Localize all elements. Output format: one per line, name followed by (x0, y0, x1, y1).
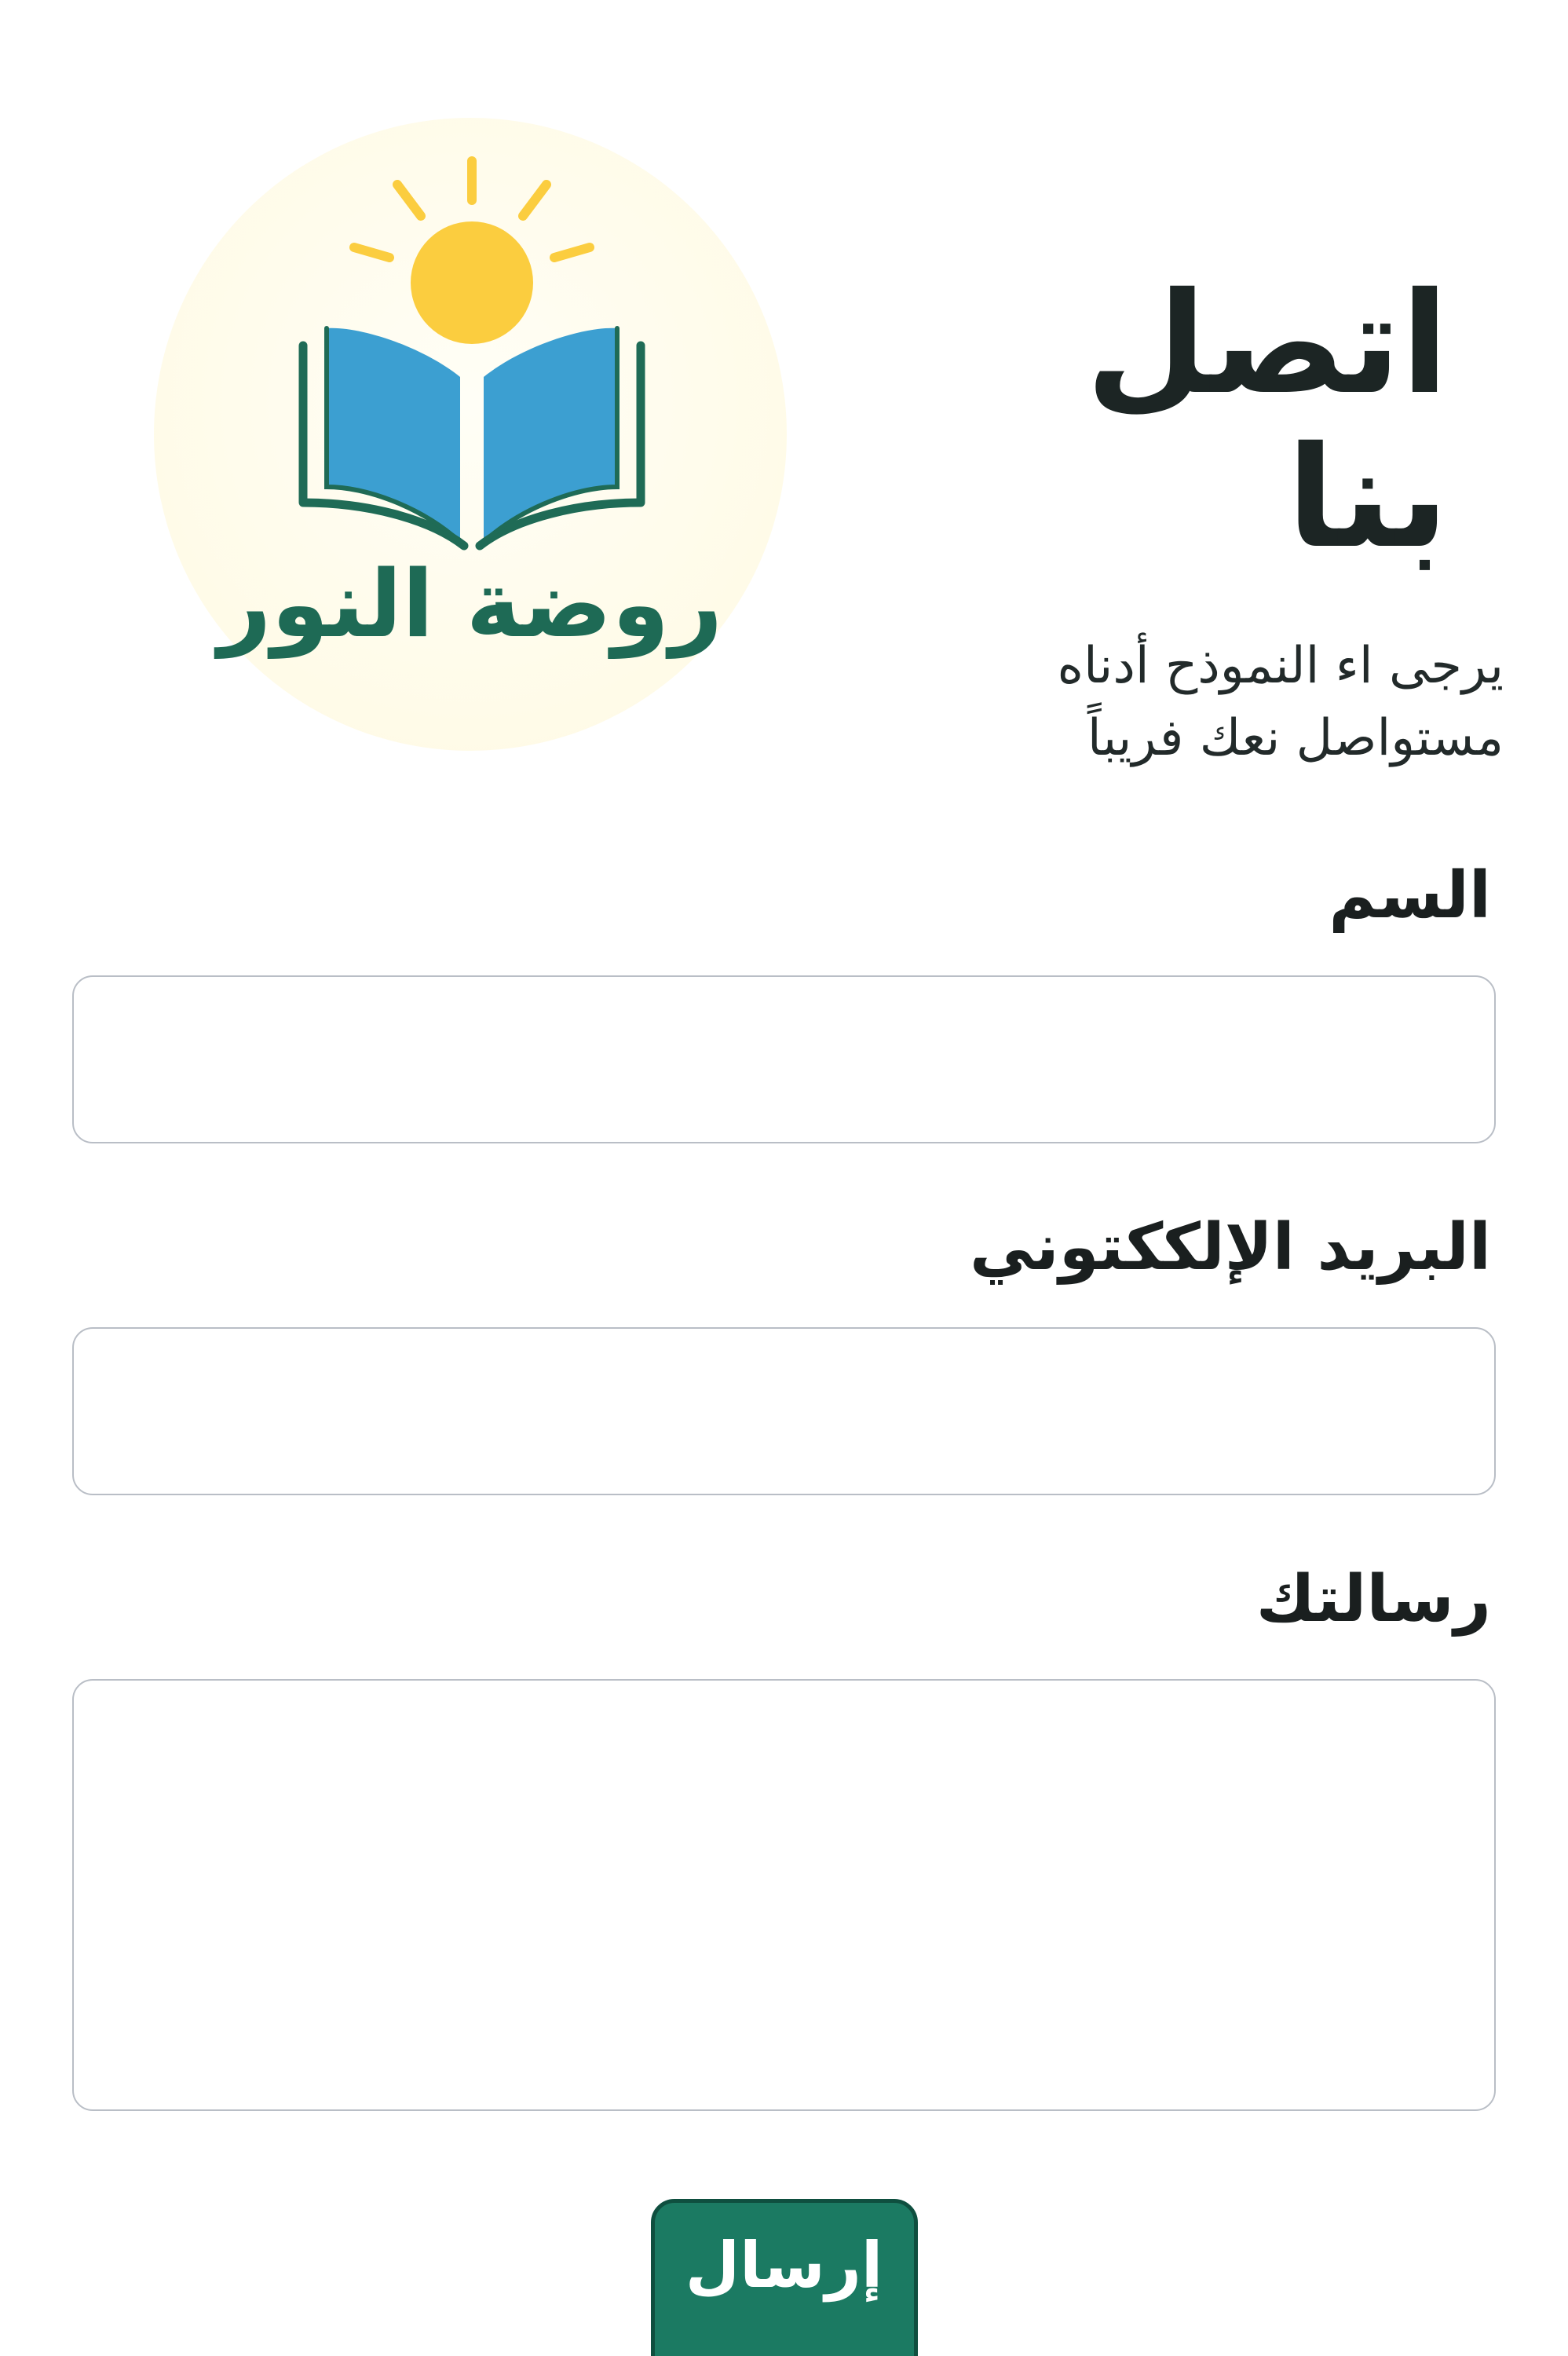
message-label: رسالتك (1255, 1562, 1491, 1637)
email-label: البريد الإلككتوني (969, 1210, 1491, 1285)
header: اتصل بنا يرجى اء النموذح أدناه مستواصل ن… (891, 267, 1504, 775)
brand-name: روضة النور (217, 550, 723, 658)
submit-button[interactable]: إرسال (650, 2199, 918, 2356)
email-input[interactable] (72, 1327, 1496, 1495)
logo: روضة النور (154, 118, 787, 751)
page-title: اتصل بنا (1085, 262, 1449, 579)
contact-page: روضة النور اتصل بنا يرجى اء النموذح أدنا… (0, 0, 1568, 2356)
message-textarea[interactable] (72, 1679, 1496, 2111)
name-label: السم (1329, 858, 1491, 933)
submit-area: إرسال (0, 2199, 1568, 2356)
contact-form: السم البريد الإلككتوني رسالتك (72, 864, 1496, 2111)
page-subtitle: يرجى اء النموذح أدناه مستواصل نعك فريباً (891, 630, 1504, 776)
name-input[interactable] (72, 975, 1496, 1143)
subtitle-line-1: يرجى اء النموذح أدناه (1057, 636, 1504, 695)
subtitle-line-2: مستواصل نعك فريباً (1087, 709, 1504, 768)
